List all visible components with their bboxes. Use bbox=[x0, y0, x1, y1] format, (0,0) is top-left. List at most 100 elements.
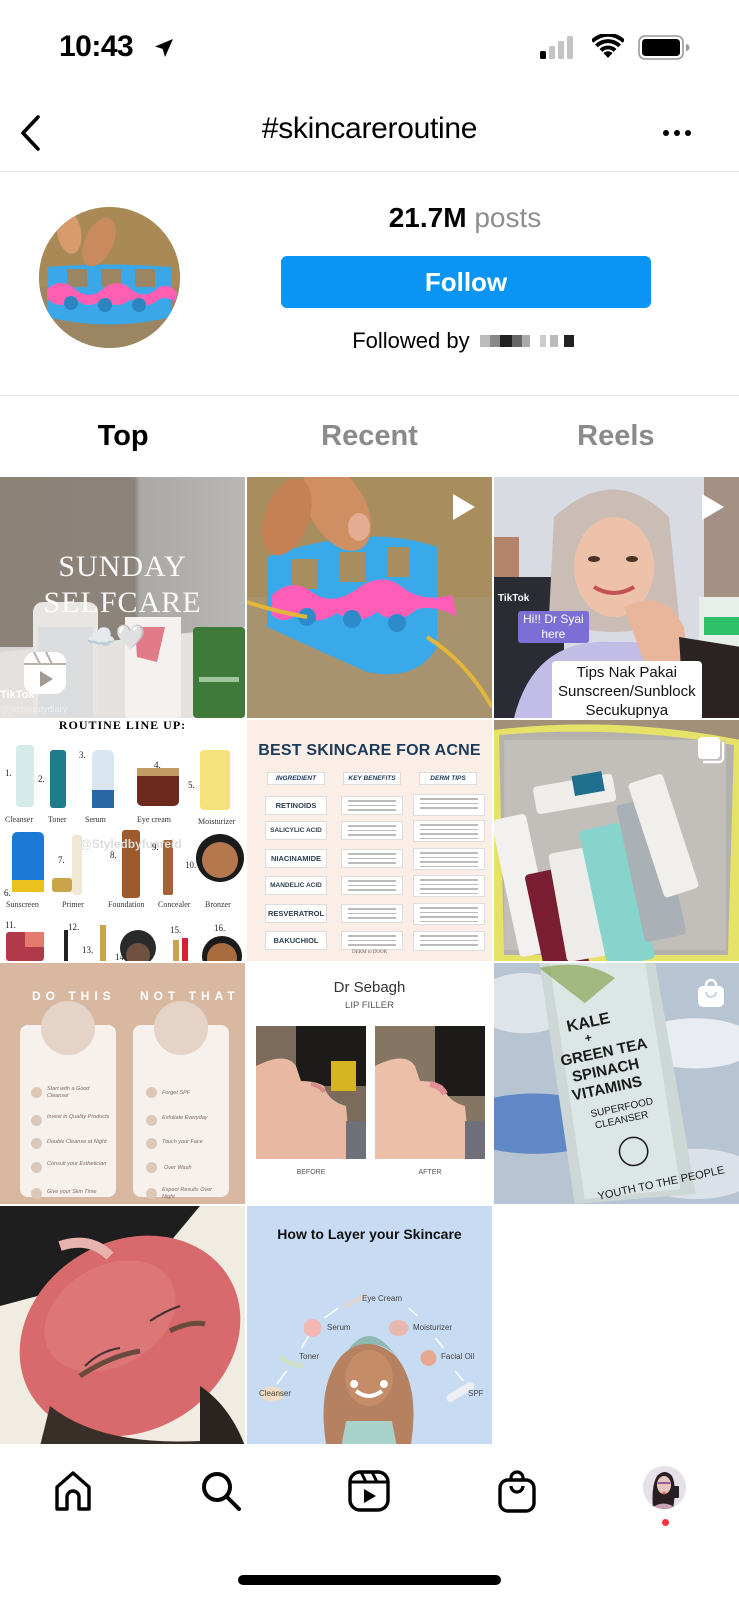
more-options-button[interactable] bbox=[657, 118, 697, 148]
tab-top[interactable]: Top bbox=[0, 396, 246, 476]
followed-by-username-redacted[interactable] bbox=[476, 332, 580, 350]
post-thumbnail bbox=[259, 1293, 475, 1446]
product-label: Serum bbox=[85, 815, 106, 824]
notification-dot bbox=[662, 1519, 669, 1526]
nav-reels[interactable] bbox=[344, 1466, 394, 1516]
ingredient-cell: SALICYLIC ACID bbox=[265, 821, 327, 840]
check-icon bbox=[31, 1115, 42, 1126]
post-count-label: posts bbox=[474, 202, 542, 233]
post-subheading: LIP FILLER bbox=[345, 1000, 394, 1011]
grid-post-video[interactable]: TikTok Hi!! Dr Syai here Tips Nak Pakai S… bbox=[494, 477, 739, 718]
play-icon bbox=[453, 494, 475, 520]
post-heading: Dr Sebagh bbox=[333, 979, 406, 996]
decorative-circle bbox=[41, 1001, 95, 1055]
shopping-bag-icon bbox=[498, 1470, 536, 1513]
benefit-cell bbox=[341, 904, 403, 923]
tiktok-handle: @jasbeautydiary bbox=[0, 704, 68, 714]
step-number: 5. bbox=[188, 780, 195, 790]
step-label: Eye Cream bbox=[362, 1294, 403, 1303]
table-header: KEY BENEFITS bbox=[343, 772, 401, 785]
carousel-icon bbox=[698, 737, 725, 764]
post-count-value: 21.7M bbox=[388, 202, 467, 233]
grid-post-image[interactable]: BEST SKINCARE FOR ACNE INGREDIENT KEY BE… bbox=[247, 720, 492, 961]
ingredient-cell: RESVERATROL bbox=[265, 904, 327, 923]
tip-cell bbox=[413, 820, 485, 842]
grid-post-image[interactable] bbox=[0, 1206, 245, 1446]
tip-cell bbox=[413, 875, 485, 897]
post-grid: SUNDAY SELFCARE ☁️🤍 TikTok @jasbeautydia… bbox=[0, 477, 739, 1446]
tab-reels[interactable]: Reels bbox=[493, 396, 739, 476]
before-label: BEFORE bbox=[296, 1169, 326, 1176]
post-sticker: Hi!! Dr Syai here bbox=[518, 611, 589, 643]
step-number: 15. bbox=[170, 925, 182, 935]
step-number: 10. bbox=[185, 860, 197, 870]
shopping-bag-icon bbox=[698, 978, 724, 1007]
product-label: Primer bbox=[62, 900, 84, 909]
followed-by-label: Followed by bbox=[352, 328, 470, 353]
benefit-cell bbox=[341, 876, 403, 895]
do-item: Give your Skin Time bbox=[47, 1189, 97, 1195]
step-number: 14. bbox=[115, 952, 127, 961]
table-header: DERM TIPS bbox=[419, 772, 477, 785]
dont-item: Forget SPF bbox=[162, 1090, 191, 1096]
step-label: Toner bbox=[299, 1352, 320, 1361]
nav-home[interactable] bbox=[48, 1466, 98, 1516]
step-number: 13. bbox=[82, 945, 94, 955]
grid-post-carousel[interactable] bbox=[494, 720, 739, 961]
grid-post-image[interactable]: How to Layer your Skincare Cleanser Tone… bbox=[247, 1206, 492, 1446]
post-heading: NOT THAT bbox=[140, 989, 240, 1003]
post-thumbnail: @Styledbyfuareid bbox=[6, 745, 244, 961]
tip-cell bbox=[413, 848, 485, 870]
product-label: Concealer bbox=[158, 900, 191, 909]
post-thumbnail bbox=[0, 1206, 245, 1446]
grid-post-image[interactable]: Dr Sebagh LIP FILLER BEFORE AFTER bbox=[247, 963, 492, 1204]
cloud-heart-emoji: ☁️🤍 bbox=[86, 624, 146, 651]
hashtag-profile: 21.7M posts Follow Followed by bbox=[0, 172, 739, 396]
step-number: 16. bbox=[214, 923, 226, 933]
check-icon bbox=[31, 1138, 42, 1149]
nav-shop[interactable] bbox=[492, 1466, 542, 1516]
step-number: 7. bbox=[58, 855, 65, 865]
more-horizontal-icon-dot bbox=[674, 130, 680, 136]
dont-item: Exfoliate Everyday bbox=[162, 1115, 208, 1121]
check-icon bbox=[31, 1188, 42, 1199]
grid-post-reel[interactable]: SUNDAY SELFCARE ☁️🤍 TikTok @jasbeautydia… bbox=[0, 477, 245, 718]
status-bar: 10:43 bbox=[0, 0, 739, 98]
step-number: 1. bbox=[5, 768, 12, 778]
step-number: 4. bbox=[154, 760, 161, 770]
benefit-cell bbox=[341, 821, 403, 840]
home-indicator[interactable] bbox=[238, 1575, 501, 1585]
step-label: Moisturizer bbox=[413, 1323, 453, 1332]
grid-post-video[interactable] bbox=[247, 477, 492, 718]
nav-search[interactable] bbox=[196, 1466, 246, 1516]
product-label: Eye cream bbox=[137, 815, 171, 824]
step-number: 3. bbox=[79, 750, 86, 760]
top-nav-bar: #skincareroutine bbox=[0, 98, 739, 172]
nav-profile-avatar[interactable] bbox=[643, 1466, 686, 1509]
grid-post-image[interactable]: DO THIS NOT THAT Start with a Good Clean… bbox=[0, 963, 245, 1204]
product-label: Foundation bbox=[108, 900, 145, 909]
do-item: Consult your Esthetician bbox=[47, 1161, 107, 1167]
grid-post-image[interactable]: ROUTINE LINE UP: @Styledbyfuareid 1. 2. … bbox=[0, 720, 245, 961]
before-photo bbox=[256, 1026, 366, 1159]
more-horizontal-icon-dot bbox=[685, 130, 691, 136]
product-label: Cleanser bbox=[5, 815, 33, 824]
grid-post-shop[interactable]: KALE + GREEN TEA SPINACH VITAMINS SUPERF… bbox=[494, 963, 739, 1204]
step-number: 6. bbox=[4, 888, 11, 898]
post-count: 21.7M posts bbox=[280, 202, 650, 234]
feed-tabs: Top Recent Reels bbox=[0, 396, 739, 476]
tab-recent[interactable]: Recent bbox=[246, 396, 492, 476]
svg-text:@Styledbyfuareid: @Styledbyfuareid bbox=[80, 837, 182, 851]
after-label: AFTER bbox=[418, 1169, 442, 1176]
followed-by: Followed by bbox=[281, 328, 651, 354]
search-icon bbox=[202, 1472, 241, 1511]
check-icon bbox=[146, 1188, 157, 1199]
step-number: 9. bbox=[152, 842, 159, 852]
battery-icon bbox=[638, 35, 690, 60]
follow-button[interactable]: Follow bbox=[281, 256, 651, 308]
check-icon bbox=[31, 1087, 42, 1098]
hashtag-avatar bbox=[39, 207, 180, 348]
check-icon bbox=[146, 1115, 157, 1126]
post-overlay-text: BEST SKINCARE FOR ACNE bbox=[258, 742, 481, 759]
dont-item: Over Wash bbox=[164, 1165, 192, 1171]
